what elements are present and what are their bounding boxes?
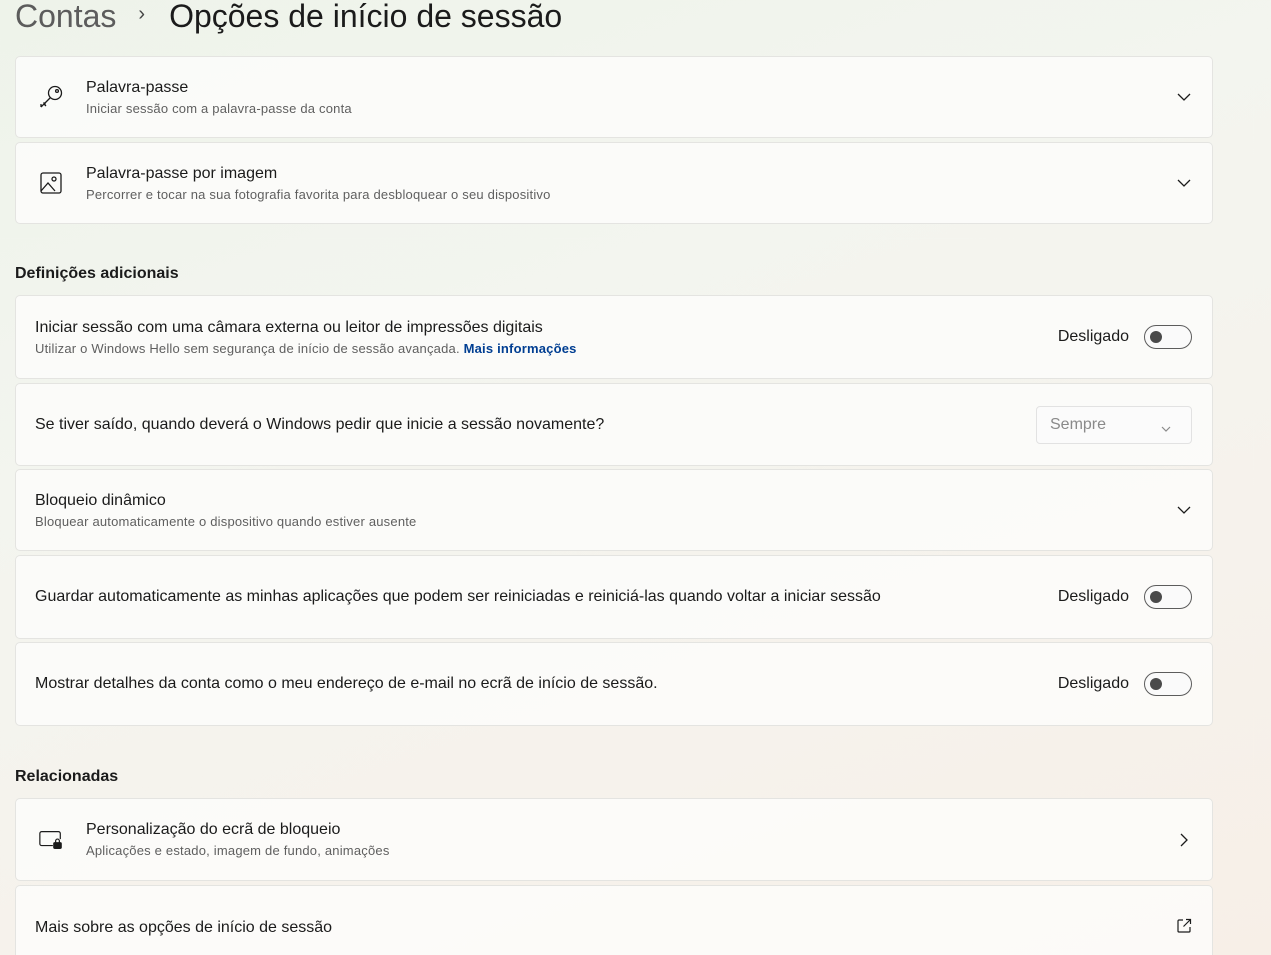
lock-screen-icon <box>38 827 64 853</box>
chevron-down-icon <box>1161 419 1171 437</box>
toggle-knob <box>1150 331 1162 343</box>
password-subtitle: Iniciar sessão com a palavra-passe da co… <box>86 100 352 116</box>
dynamic-lock-title: Bloqueio dinâmico <box>35 491 166 509</box>
external-camera-toggle[interactable] <box>1144 325 1192 349</box>
external-link-icon[interactable] <box>1176 918 1192 934</box>
breadcrumb-parent-contas[interactable]: Contas <box>15 0 116 35</box>
chevron-down-icon[interactable] <box>1176 89 1192 105</box>
picture-password-title: Palavra-passe por imagem <box>86 164 278 182</box>
account-details-toggle-state: Desligado <box>1057 675 1129 692</box>
toggle-knob <box>1150 591 1162 603</box>
more-signin-options-title: Mais sobre as opções de início de sessão <box>35 919 333 936</box>
require-signin-card: Se tiver saído, quando deverá o Windows … <box>15 383 1213 466</box>
require-signin-title: Se tiver saído, quando deverá o Windows … <box>35 415 605 433</box>
lock-screen-title: Personalização do ecrã de bloqueio <box>86 821 341 838</box>
restart-apps-card: Guardar automaticamente as minhas aplica… <box>15 555 1213 639</box>
restart-apps-toggle-state: Desligado <box>1057 588 1129 605</box>
require-signin-selected: Sempre <box>1050 415 1107 433</box>
related-heading: Relacionadas <box>15 768 119 785</box>
chevron-right-icon[interactable] <box>1176 832 1192 848</box>
external-camera-subtitle: Utilizar o Windows Hello sem segurança d… <box>35 340 577 357</box>
external-camera-card: Iniciar sessão com uma câmara externa ou… <box>15 295 1213 379</box>
dynamic-lock-card[interactable]: Bloqueio dinâmico Bloquear automaticamen… <box>15 469 1213 551</box>
breadcrumb-separator: › <box>138 2 146 25</box>
page-title: Opções de início de sessão <box>169 0 563 34</box>
picture-icon <box>38 170 64 196</box>
more-signin-options-card[interactable]: Mais sobre as opções de início de sessão <box>15 885 1213 955</box>
external-camera-description: Utilizar o Windows Hello sem segurança d… <box>35 340 460 356</box>
restart-apps-title: Guardar automaticamente as minhas aplica… <box>35 588 881 605</box>
dynamic-lock-subtitle: Bloquear automaticamente o dispositivo q… <box>35 513 417 529</box>
breadcrumb: Contas › Opções de início de sessão <box>15 0 562 40</box>
account-details-title: Mostrar detalhes da conta como o meu end… <box>35 675 658 692</box>
account-details-toggle[interactable] <box>1144 672 1192 696</box>
restart-apps-toggle[interactable] <box>1144 585 1192 609</box>
picture-password-card[interactable]: Palavra-passe por imagem Percorrer e toc… <box>15 142 1213 224</box>
additional-settings-heading: Definições adicionais <box>15 265 179 282</box>
picture-password-subtitle: Percorrer e tocar na sua fotografia favo… <box>86 186 551 202</box>
external-camera-toggle-state: Desligado <box>1057 328 1129 345</box>
password-card[interactable]: Palavra-passe Iniciar sessão com a palav… <box>15 56 1213 138</box>
external-camera-title: Iniciar sessão com uma câmara externa ou… <box>35 318 543 336</box>
chevron-down-icon[interactable] <box>1176 175 1192 191</box>
more-info-link[interactable]: Mais informações <box>464 341 577 356</box>
toggle-knob <box>1150 678 1162 690</box>
key-icon <box>38 84 64 110</box>
password-title: Palavra-passe <box>86 78 189 96</box>
lock-screen-subtitle: Aplicações e estado, imagem de fundo, an… <box>86 843 390 858</box>
chevron-down-icon[interactable] <box>1176 502 1192 518</box>
lock-screen-card[interactable]: Personalização do ecrã de bloqueio Aplic… <box>15 798 1213 881</box>
require-signin-dropdown[interactable]: Sempre <box>1036 405 1192 444</box>
account-details-card: Mostrar detalhes da conta como o meu end… <box>15 642 1213 726</box>
